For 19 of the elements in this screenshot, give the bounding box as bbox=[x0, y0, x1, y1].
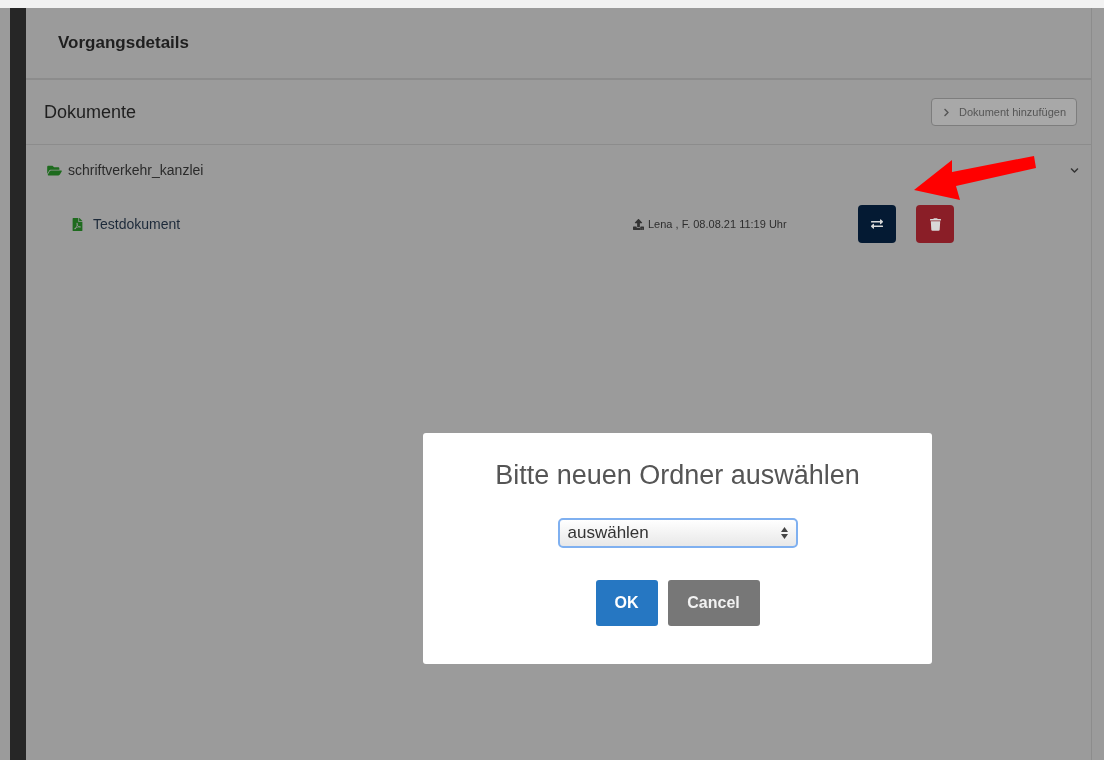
chevron-icon bbox=[942, 107, 951, 117]
panel-title: Vorgangsdetails bbox=[58, 32, 189, 55]
upload-icon bbox=[633, 218, 644, 230]
move-button[interactable] bbox=[858, 205, 896, 243]
section-title: Dokumente bbox=[44, 100, 137, 124]
folder-select[interactable]: auswählen bbox=[557, 517, 798, 548]
pdf-file-icon bbox=[72, 217, 83, 231]
folder-name[interactable]: schriftverkehr_kanzlei bbox=[68, 159, 204, 181]
up-down-icon bbox=[780, 526, 788, 539]
expand-icon[interactable] bbox=[1070, 165, 1079, 175]
trash-icon bbox=[929, 217, 941, 231]
document-name[interactable]: Testdokument bbox=[93, 213, 633, 235]
swap-icon bbox=[871, 218, 883, 230]
ok-button[interactable]: OK bbox=[595, 579, 658, 626]
dialog-title: Bitte neuen Ordner auswählen bbox=[495, 459, 860, 492]
delete-button[interactable] bbox=[916, 205, 954, 243]
folder-icon bbox=[46, 163, 63, 177]
cancel-button[interactable]: Cancel bbox=[667, 579, 760, 626]
upload-info: Lena , F. 08.08.21 11:19 Uhr bbox=[648, 216, 788, 232]
